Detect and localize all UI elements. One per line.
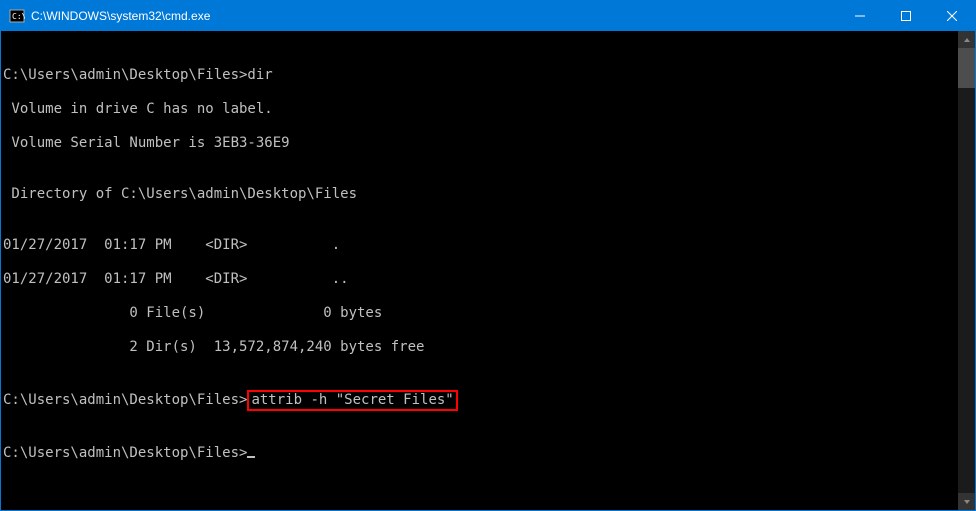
terminal-output[interactable]: C:\Users\admin\Desktop\Files>dir Volume … <box>1 31 958 510</box>
client-area: C:\Users\admin\Desktop\Files>dir Volume … <box>1 31 975 510</box>
window-title: C:\WINDOWS\system32\cmd.exe <box>31 9 210 23</box>
output-line: 2 Dir(s) 13,572,874,240 bytes free <box>3 339 958 356</box>
output-line: Volume in drive C has no label. <box>3 101 958 118</box>
output-line: C:\Users\admin\Desktop\Files>dir <box>3 67 958 84</box>
output-line: 01/27/2017 01:17 PM <DIR> . <box>3 237 958 254</box>
scroll-track[interactable] <box>958 48 975 493</box>
scroll-up-button[interactable] <box>958 31 975 48</box>
close-button[interactable] <box>929 1 975 31</box>
output-line: Directory of C:\Users\admin\Desktop\File… <box>3 186 958 203</box>
cmd-window: C:\ C:\WINDOWS\system32\cmd.exe C:\Users… <box>0 0 976 511</box>
cmd-icon: C:\ <box>9 8 25 24</box>
prompt-prefix: C:\Users\admin\Desktop\Files> <box>3 392 247 408</box>
maximize-button[interactable] <box>883 1 929 31</box>
minimize-button[interactable] <box>837 1 883 31</box>
vertical-scrollbar[interactable] <box>958 31 975 510</box>
output-line: 0 File(s) 0 bytes <box>3 305 958 322</box>
output-line: 01/27/2017 01:17 PM <DIR> .. <box>3 271 958 288</box>
scroll-down-button[interactable] <box>958 493 975 510</box>
scroll-thumb[interactable] <box>958 48 975 88</box>
output-line: Volume Serial Number is 3EB3-36E9 <box>3 135 958 152</box>
highlighted-command: attrib -h "Secret Files" <box>247 390 457 411</box>
prompt-line: C:\Users\admin\Desktop\Files> <box>3 445 958 462</box>
prompt-line: C:\Users\admin\Desktop\Files>attrib -h "… <box>3 390 958 411</box>
prompt-prefix: C:\Users\admin\Desktop\Files> <box>3 445 247 461</box>
svg-text:C:\: C:\ <box>12 12 25 21</box>
text-cursor <box>247 456 255 458</box>
titlebar[interactable]: C:\ C:\WINDOWS\system32\cmd.exe <box>1 1 975 31</box>
